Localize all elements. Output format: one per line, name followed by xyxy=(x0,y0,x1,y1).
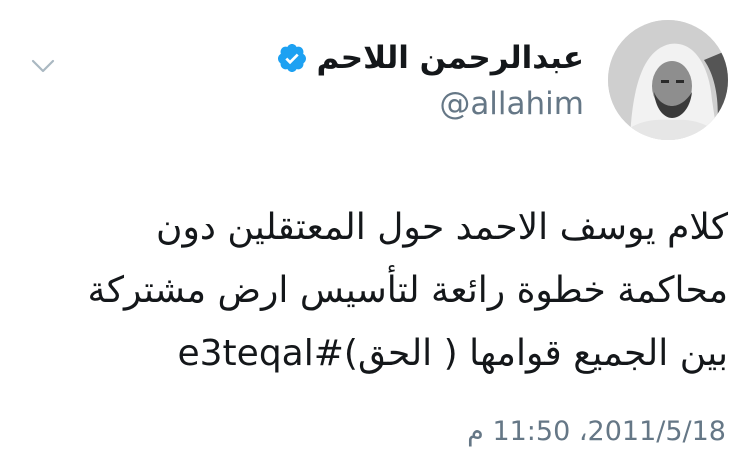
handle[interactable]: @allahim xyxy=(276,84,584,124)
tweet-timestamp[interactable]: 2011/5/18، 11:50 م xyxy=(467,414,726,450)
author-info: عبدالرحمن اللاحم @allahim xyxy=(276,38,584,124)
tweet-card: عبدالرحمن اللاحم @allahim كلام يوسف الاح… xyxy=(0,0,750,468)
tweet-line-2: محاكمة خطوة رائعة لتأسيس ارض مشتركة xyxy=(87,270,728,311)
avatar[interactable] xyxy=(608,20,728,140)
tweet-line-1: كلام يوسف الاحمد حول المعتقلين دون xyxy=(156,207,728,248)
chevron-down-icon[interactable] xyxy=(28,54,58,78)
display-name-row: عبدالرحمن اللاحم xyxy=(276,38,584,78)
tweet-text: كلام يوسف الاحمد حول المعتقلين دون محاكم… xyxy=(68,196,728,385)
tweet-line-3: بين الجميع قوامها ( الحق) xyxy=(343,333,728,374)
hashtag-link[interactable]: #e3teqal xyxy=(178,333,344,374)
user-photo-avatar-icon xyxy=(608,20,728,140)
display-name[interactable]: عبدالرحمن اللاحم xyxy=(316,38,584,78)
verified-badge-icon xyxy=(276,42,308,74)
